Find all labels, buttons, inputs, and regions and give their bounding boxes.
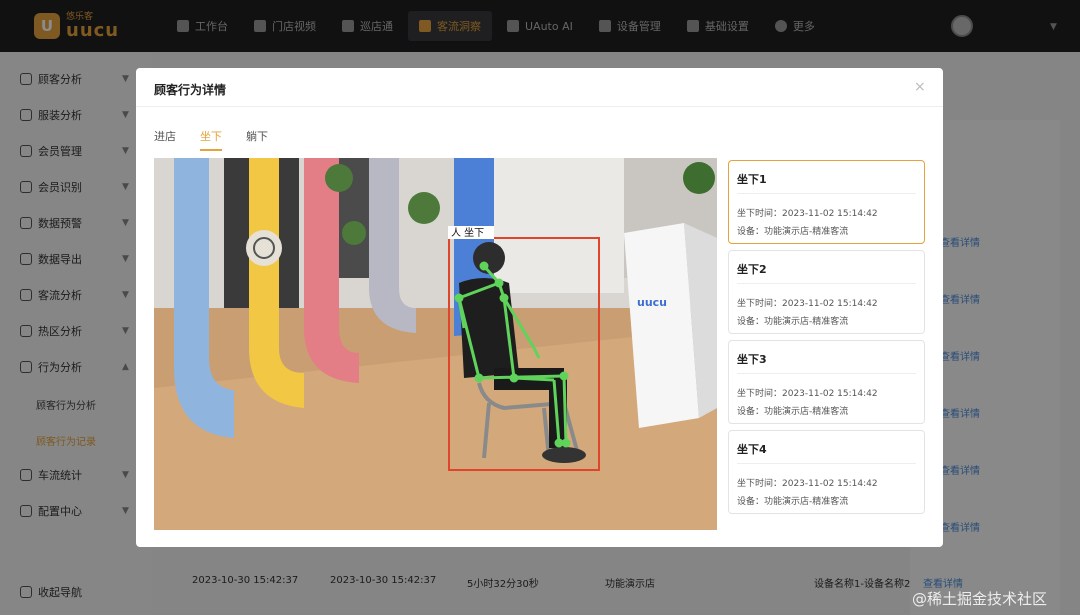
watermark: @稀土掘金技术社区 [912, 590, 1048, 608]
detection-label: 人 坐下 [451, 227, 484, 239]
event-time: 坐下时间：2023-11-02 15:14:42 [737, 479, 878, 489]
camera-snapshot: uucu 人 坐下 [154, 158, 717, 530]
event-title: 坐下3 [737, 353, 767, 366]
event-time: 坐下时间：2023-11-02 15:14:42 [737, 299, 878, 309]
svg-text:uucu: uucu [637, 296, 667, 309]
event-card[interactable]: 坐下2 坐下时间：2023-11-02 15:14:42 设备：功能演示店-精准… [728, 250, 925, 334]
event-time: 坐下时间：2023-11-02 15:14:42 [737, 389, 878, 399]
event-title: 坐下2 [737, 263, 767, 276]
close-icon[interactable]: × [914, 79, 926, 95]
event-device: 设备：功能演示店-精准客流 [737, 497, 849, 507]
event-title: 坐下1 [737, 173, 767, 186]
event-device: 设备：功能演示店-精准客流 [737, 407, 849, 417]
modal-title: 顾客行为详情 [154, 83, 227, 97]
behavior-detail-modal: 顾客行为详情 × 进店 坐下 躺下 uucu 人 坐下 坐下1 坐下时间：202… [136, 68, 943, 547]
divider [136, 106, 943, 107]
event-card[interactable]: 坐下3 坐下时间：2023-11-02 15:14:42 设备：功能演示店-精准… [728, 340, 925, 424]
tab-lie-down[interactable]: 躺下 [246, 128, 268, 151]
divider [737, 193, 916, 194]
divider [737, 283, 916, 284]
tab-enter-store[interactable]: 进店 [154, 128, 176, 151]
tab-sit-down[interactable]: 坐下 [200, 128, 222, 151]
divider [737, 373, 916, 374]
event-device: 设备：功能演示店-精准客流 [737, 227, 849, 237]
divider [737, 463, 916, 464]
event-card[interactable]: 坐下1 坐下时间：2023-11-02 15:14:42 设备：功能演示店-精准… [728, 160, 925, 244]
event-device: 设备：功能演示店-精准客流 [737, 317, 849, 327]
event-title: 坐下4 [737, 443, 767, 456]
behavior-tabs: 进店 坐下 躺下 [154, 128, 268, 151]
event-card[interactable]: 坐下4 坐下时间：2023-11-02 15:14:42 设备：功能演示店-精准… [728, 430, 925, 514]
event-time: 坐下时间：2023-11-02 15:14:42 [737, 209, 878, 219]
